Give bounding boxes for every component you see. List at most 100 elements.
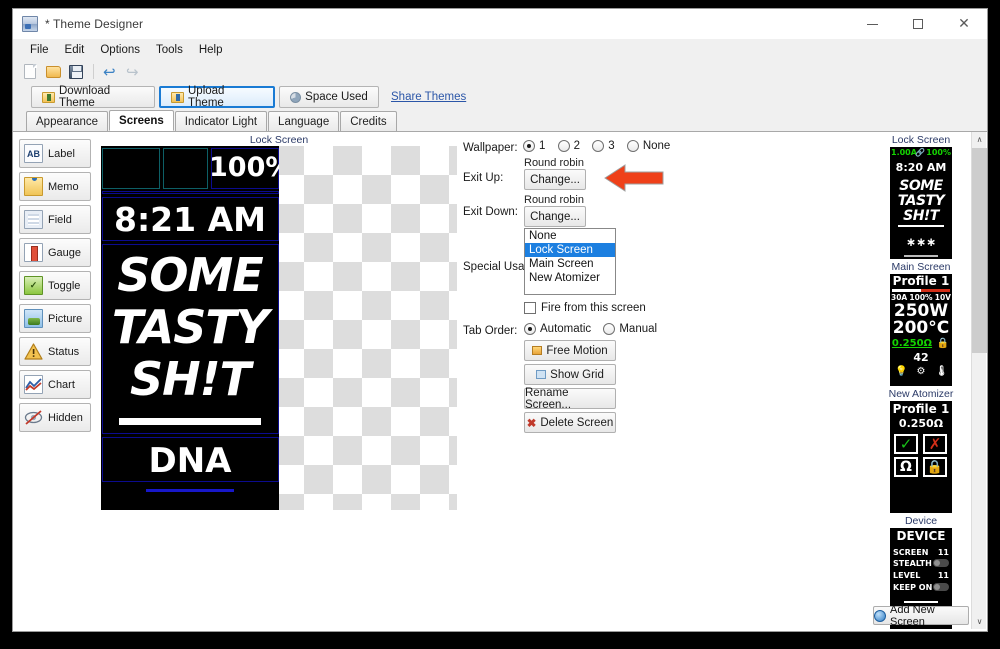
preview-new-atomizer[interactable]: Profile 1 0.250Ω ✓ ✗ Ω 🔒 [890, 401, 952, 513]
scroll-up-icon[interactable]: ∧ [972, 132, 987, 147]
special-usage-item-main-screen[interactable]: Main Screen [525, 257, 615, 271]
close-button[interactable]: ✕ [941, 9, 987, 39]
preview-main-puffs: 42 [890, 351, 952, 364]
wallpaper-option-1-label: 1 [539, 140, 545, 152]
show-grid-button[interactable]: Show Grid [524, 364, 616, 385]
gauge-icon [24, 243, 43, 262]
tool-hidden[interactable]: Hidden [19, 403, 91, 432]
widget-toolbox: AB Label Memo Field Gauge ✓ Toggle [19, 139, 91, 432]
wallpaper-option-none[interactable]: None [627, 140, 671, 152]
theme-designer-window: * Theme Designer ✕ File Edit Options Too… [12, 8, 988, 632]
tab-bar: Appearance Screens Indicator Light Langu… [13, 111, 987, 132]
previews-scrollbar[interactable]: ∧ ∨ [971, 132, 986, 629]
download-theme-label: Download Theme [59, 85, 144, 109]
special-usage-item-new-atomizer[interactable]: New Atomizer [525, 271, 615, 285]
special-usage-listbox[interactable]: None Lock Screen Main Screen New Atomize… [524, 228, 616, 295]
preview-device-row-2-value: 11 [938, 571, 949, 580]
exit-up-change-button[interactable]: Change... [524, 169, 586, 190]
widget-box-top-left[interactable] [102, 148, 160, 189]
free-motion-button[interactable]: Free Motion [524, 340, 616, 361]
add-new-screen-button[interactable]: Add New Screen [873, 606, 969, 625]
rename-screen-label: Rename Screen... [525, 387, 615, 411]
preview-device-row-1-label: STEALTH [893, 559, 932, 568]
add-new-screen-label: Add New Screen [890, 604, 968, 628]
action-button-bar: Download Theme Upload Theme Space Used S… [13, 83, 987, 111]
upload-theme-button[interactable]: Upload Theme [159, 86, 275, 108]
fire-from-screen-label: Fire from this screen [541, 302, 646, 314]
free-motion-label: Free Motion [546, 345, 607, 357]
canvas-title: Lock Screen [101, 134, 457, 146]
preview-lock-footer: ∗∗∗ [890, 235, 952, 249]
tab-appearance[interactable]: Appearance [26, 111, 108, 131]
preview-lock-screen[interactable]: 1.00A 🔗 100% 8:20 AM SOME TASTY SH!T ∗∗∗ [890, 147, 952, 259]
tab-order-manual-label: Manual [619, 323, 657, 335]
minimize-button[interactable] [849, 9, 895, 39]
delete-screen-label: Delete Screen [540, 417, 613, 429]
tool-status[interactable]: Status [19, 337, 91, 366]
tool-memo[interactable]: Memo [19, 172, 91, 201]
tab-indicator-light[interactable]: Indicator Light [175, 111, 267, 131]
open-file-icon[interactable] [45, 64, 61, 80]
menu-options[interactable]: Options [93, 42, 147, 58]
toggle-icon: ✓ [24, 276, 43, 295]
tool-gauge-text: Gauge [48, 247, 81, 259]
exit-down-change-button[interactable]: Change... [524, 206, 586, 227]
tab-language[interactable]: Language [268, 111, 339, 131]
special-usage-item-lock-screen[interactable]: Lock Screen [525, 243, 615, 257]
device-screen-preview[interactable]: 100% 8:21 AM SOME TASTY SH!T DNA [101, 146, 279, 510]
tool-chart[interactable]: Chart [19, 370, 91, 399]
tool-picture[interactable]: Picture [19, 304, 91, 333]
tab-order-automatic[interactable]: Automatic [524, 323, 591, 335]
tool-gauge[interactable]: Gauge [19, 238, 91, 267]
save-file-icon[interactable] [68, 64, 84, 80]
window-title: * Theme Designer [45, 17, 143, 31]
wallpaper-option-none-label: None [643, 140, 671, 152]
grid-icon [536, 370, 546, 379]
wallpaper-option-3[interactable]: 3 [592, 140, 614, 152]
maximize-button[interactable] [895, 9, 941, 39]
tool-toggle[interactable]: ✓ Toggle [19, 271, 91, 300]
hidden-icon [24, 408, 43, 427]
radio-dot-2 [558, 140, 570, 152]
preview-main-temp: 200°C [890, 318, 952, 338]
preview-main-screen[interactable]: Profile 1 30A 100% 10V 250W 200°C 0.250Ω… [890, 274, 952, 386]
redo-icon[interactable]: ↪ [126, 64, 142, 80]
tool-field[interactable]: Field [19, 205, 91, 234]
rename-screen-button[interactable]: Rename Screen... [524, 388, 616, 409]
design-canvas[interactable]: 100% 8:21 AM SOME TASTY SH!T DNA [101, 146, 457, 510]
tab-order-manual[interactable]: Manual [603, 323, 657, 335]
scroll-down-icon[interactable]: ∨ [972, 614, 987, 629]
fire-from-screen-checkbox[interactable]: Fire from this screen [524, 302, 646, 314]
delete-screen-button[interactable]: ✖ Delete Screen [524, 412, 616, 433]
preview-device-heading: DEVICE [890, 529, 952, 543]
message-line-3: SH!T [101, 352, 279, 406]
wallpaper-option-2[interactable]: 2 [558, 140, 580, 152]
delete-cross-icon: ✖ [527, 416, 537, 430]
download-theme-button[interactable]: Download Theme [31, 86, 155, 108]
tab-credits[interactable]: Credits [340, 111, 396, 131]
preview-device-row-3-label: KEEP ON [893, 583, 932, 592]
space-used-button[interactable]: Space Used [279, 86, 379, 108]
free-motion-icon [532, 346, 542, 355]
tab-screens[interactable]: Screens [109, 110, 174, 131]
scrollbar-thumb[interactable] [972, 148, 987, 353]
keep-on-toggle-icon [933, 583, 949, 591]
menu-edit[interactable]: Edit [58, 42, 92, 58]
menu-tools[interactable]: Tools [149, 42, 190, 58]
widget-box-top-mid[interactable] [163, 148, 208, 189]
link-icon: 🔗 [915, 148, 925, 157]
ohm-icon: Ω [894, 457, 918, 477]
menu-file[interactable]: File [23, 42, 56, 58]
special-usage-item-none[interactable]: None [525, 229, 615, 243]
annotation-arrow-icon [603, 162, 665, 197]
screen-previews-list[interactable]: Lock Screen 1.00A 🔗 100% 8:20 AM SOME TA… [873, 132, 969, 629]
icon-toolbar: ↩ ↪ [13, 60, 987, 83]
undo-icon[interactable]: ↩ [103, 64, 119, 80]
menu-help[interactable]: Help [192, 42, 230, 58]
widget-divider-1[interactable] [102, 191, 279, 194]
preview-title-main-screen: Main Screen [873, 261, 969, 273]
tool-label[interactable]: AB Label [19, 139, 91, 168]
wallpaper-option-1[interactable]: 1 [523, 140, 545, 152]
share-themes-link[interactable]: Share Themes [391, 91, 466, 103]
new-file-icon[interactable] [22, 64, 38, 80]
